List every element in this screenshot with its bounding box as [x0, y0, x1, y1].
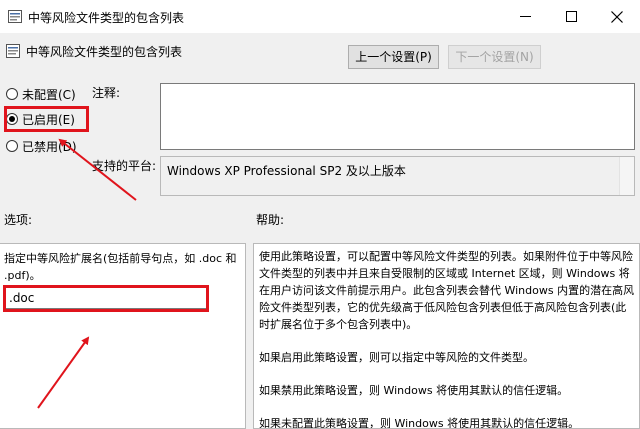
- help-paragraph: 如果启用此策略设置，则可以指定中等风险的文件类型。: [259, 351, 534, 364]
- policy-app-icon: [8, 10, 22, 23]
- title-bar: 中等风险文件类型的包含列表: [0, 0, 640, 33]
- options-label: 选项:: [4, 213, 33, 227]
- help-paragraph: 如果禁用此策略设置，则 Windows 将使用其默认的信任逻辑。: [259, 384, 569, 397]
- help-paragraph: 如果未配置此策略设置，则 Windows 将使用其默认的信任逻辑。: [259, 417, 580, 429]
- platform-scrollbar[interactable]: [619, 157, 634, 195]
- platform-field: Windows XP Professional SP2 及以上版本: [160, 156, 635, 196]
- help-paragraph: 使用此策略设置，可以配置中等风险文件类型的列表。如果附件位于中等风险文件类型的列…: [259, 250, 635, 331]
- setting-title: 中等风险文件类型的包含列表: [26, 45, 183, 59]
- maximize-icon: [566, 11, 577, 22]
- radio-circle: [6, 140, 18, 152]
- window-title: 中等风险文件类型的包含列表: [28, 11, 185, 25]
- comment-label: 注释:: [92, 86, 121, 100]
- radio-disabled[interactable]: 已禁用(D): [6, 137, 77, 155]
- highlight-input-box: [3, 285, 209, 312]
- highlight-enabled-box: [4, 106, 89, 132]
- platform-label: 支持的平台:: [92, 159, 157, 173]
- platform-value: Windows XP Professional SP2 及以上版本: [167, 164, 406, 178]
- maximize-button[interactable]: [548, 0, 594, 33]
- minimize-icon: [520, 16, 531, 17]
- previous-setting-button[interactable]: 上一个设置(P): [348, 45, 439, 69]
- policy-setting-icon: [6, 44, 20, 58]
- radio-not-configured[interactable]: 未配置(C): [6, 85, 76, 103]
- minimize-button[interactable]: [502, 0, 548, 33]
- next-setting-button[interactable]: 下一个设置(N): [448, 45, 541, 69]
- options-pane: 指定中等风险扩展名(包括前导句点，如 .doc 和 .pdf)。: [0, 243, 246, 429]
- extension-description: 指定中等风险扩展名(包括前导句点，如 .doc 和 .pdf)。: [4, 252, 237, 282]
- close-icon: [611, 11, 623, 23]
- radio-label: 已禁用(D): [22, 139, 77, 154]
- help-pane: 使用此策略设置，可以配置中等风险文件类型的列表。如果附件位于中等风险文件类型的列…: [253, 243, 640, 429]
- radio-label: 未配置(C): [22, 87, 76, 102]
- radio-circle: [6, 88, 18, 100]
- close-button[interactable]: [594, 0, 640, 33]
- comment-textarea[interactable]: [160, 83, 635, 150]
- help-label: 帮助:: [256, 213, 285, 227]
